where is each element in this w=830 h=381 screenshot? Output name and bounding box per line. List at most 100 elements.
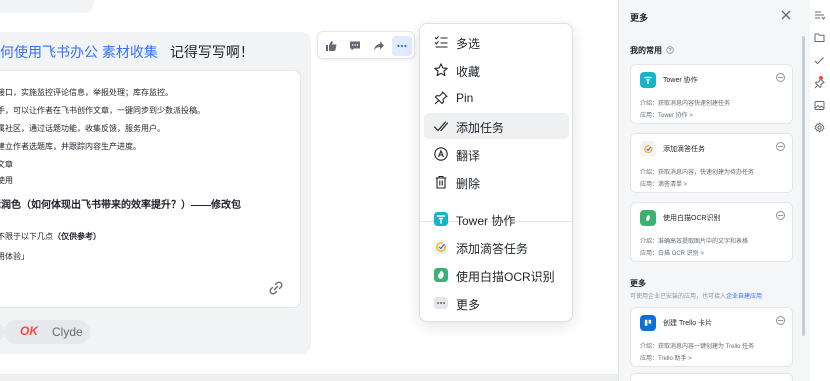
task-check-icon (433, 121, 449, 132)
doc-note-prefix: 括但不限于以下几点 (0, 232, 53, 241)
menu-item-more[interactable]: 更多 (424, 290, 569, 316)
menu-item-label: 多选 (456, 37, 481, 51)
doc-note: 括但不限于以下几点（仅供参考） (0, 231, 101, 242)
card-desc: 介绍：获取消息内容一键创建为 Trello 任务 (640, 344, 755, 350)
panel-title: 更多 (630, 13, 649, 23)
message-title: 何使用飞书办公 素材收集 记得写写啊！ (0, 42, 254, 62)
card-name: 添加滴答任务 (663, 146, 705, 153)
card-add-icon[interactable] (776, 316, 785, 325)
image-icon[interactable] (814, 100, 825, 111)
favorites-title-text: 我的常用 (630, 46, 662, 55)
more-sub-text: 可使用企业已安装的应用，也可接入 (630, 294, 727, 300)
doc-note-bold: （仅供参考） (53, 232, 101, 241)
card-remove-icon[interactable] (776, 73, 785, 82)
comment-icon[interactable] (345, 36, 365, 56)
trash-icon (435, 175, 447, 189)
card-name: 创建 Trello 卡片 (663, 320, 713, 327)
app-card-ocr[interactable]: 使用白描OCR识别 介绍：准确高效提取图片中的文字和表格 应用：白描 OCR 识… (630, 202, 793, 262)
card-remove-icon[interactable] (776, 211, 785, 220)
more-section-subtitle: 可使用企业已安装的应用，也可接入企业自建应用 (630, 291, 762, 300)
more-section-title: 更多 (630, 279, 646, 288)
trello-icon (640, 315, 656, 331)
close-icon[interactable] (779, 8, 793, 22)
side-icon-rail (810, 0, 830, 381)
favorites-section-title: 我的常用 (630, 45, 674, 56)
card-desc: 介绍：准确高效提取图片中的文字和表格 (640, 239, 749, 245)
menu-item-ticktick[interactable]: 添加滴答任务 (424, 234, 569, 260)
menu-item-label: 翻译 (456, 149, 481, 163)
ellipsis-icon (434, 297, 448, 309)
card-app[interactable]: 应用：Tower 协作 > (640, 110, 693, 119)
app-card-ticktick[interactable]: 添加滴答任务 介绍：获取消息内容，快速创建为待办任务 应用：滴答清单 > (630, 133, 793, 193)
thumbs-up-icon[interactable] (321, 36, 341, 56)
card-app[interactable]: 应用：白描 OCR 识别 > (640, 248, 704, 257)
menu-item-multi-select[interactable]: 多选 (424, 29, 569, 55)
doc-line: 器人接口，实施监控评论信息，举报处理；库存监控。 (0, 88, 173, 97)
menu-item-favorite[interactable]: 收藏 (424, 57, 569, 83)
message-title-text: 记得写写啊！ (169, 44, 254, 60)
doc-line: 步助手，可以让作者在飞书创作文章，一键同步到少数派投稿。 (0, 106, 205, 115)
ok-emoji-icon: OK (20, 324, 38, 338)
reaction-chip[interactable]: OK Clyde (4, 320, 90, 344)
menu-item-label: 使用白描OCR识别 (456, 270, 555, 284)
ocr-icon (640, 210, 656, 226)
input-area-edge (0, 374, 618, 381)
doc-line: 表格建立作者选题库，并跟踪内容生产进度。 (0, 142, 141, 151)
folder-icon[interactable] (814, 32, 825, 43)
doc-line: 费专属社区，通过话题功能，收集反馈，服务用户。 (0, 124, 165, 133)
card-remove-icon[interactable] (776, 142, 785, 151)
menu-item-label: 收藏 (456, 65, 481, 79)
more-icon[interactable] (392, 36, 412, 56)
card-desc: 介绍：获取消息内容，快速创建为待办任务 (640, 170, 755, 176)
card-name: Tower 协作 (663, 77, 698, 84)
doc-line: 发送文章 (0, 160, 13, 169)
star-icon (434, 63, 448, 77)
menu-item-delete[interactable]: 删除 (424, 169, 569, 195)
menu-item-pin[interactable]: Pin (424, 85, 569, 111)
app-card-partial[interactable] (630, 373, 793, 381)
menu-item-tower[interactable]: Tower 协作 (424, 206, 569, 232)
ocr-icon (434, 268, 448, 282)
custom-app-link[interactable]: 企业自建应用 (726, 294, 762, 300)
menu-item-label: Tower 协作 (456, 214, 516, 228)
doc-preview[interactable]: 器人接口，实施监控评论信息，举报处理；库存监控。 步助手，可以让作者在飞书创作文… (0, 70, 301, 308)
reaction-user: Clyde (52, 325, 83, 339)
menu-item-add-task[interactable]: 添加任务 (424, 113, 569, 139)
doc-heading: 编辑润色（如何体现出飞书带来的效率提升？）——修改包 (0, 200, 241, 211)
app-window: 何使用飞书办公 素材收集 记得写写啊！ 器人接口，实施监控评论信息，举报处理；库存… (0, 0, 830, 381)
menu-item-ocr[interactable]: 使用白描OCR识别 (424, 262, 569, 288)
tower-icon (640, 72, 656, 88)
forward-icon[interactable] (369, 36, 389, 56)
task-check-icon[interactable] (814, 55, 825, 66)
menu-item-label: 更多 (456, 298, 481, 312)
more-actions-panel: 更多 我的常用 Tower 协作 介绍：获取消息内容快速创建任务 应用：Towe… (618, 0, 810, 381)
menu-item-label: 添加任务 (456, 121, 505, 135)
menu-item-label: 删除 (456, 177, 481, 191)
menu-item-translate[interactable]: 翻译 (424, 141, 569, 167)
panel-scrollbar[interactable] (802, 36, 805, 336)
multi-select-icon (434, 36, 448, 48)
link-icon[interactable] (268, 280, 284, 296)
gear-icon[interactable] (814, 122, 825, 133)
message-toolbar (317, 31, 415, 59)
menu-item-label: 添加滴答任务 (456, 242, 529, 256)
message-title-link[interactable]: 何使用飞书办公 素材收集 (0, 44, 158, 60)
app-card-tower[interactable]: Tower 协作 介绍：获取消息内容快速创建任务 应用：Tower 协作 > (630, 64, 793, 124)
message-context-menu: 多选 收藏 Pin 添加任务 翻译 删除 Tower 协作 添加滴答任务 使用白… (419, 23, 573, 322)
doc-line: 度使用体验」 (0, 252, 29, 261)
tower-icon (434, 212, 448, 226)
list-filter-icon[interactable] (814, 10, 825, 21)
ticktick-icon (640, 141, 656, 157)
pin-icon (434, 91, 448, 105)
card-desc: 介绍：获取消息内容快速创建任务 (640, 101, 731, 107)
ticktick-icon (434, 240, 448, 254)
card-app[interactable]: 应用：滴答清单 > (640, 179, 687, 188)
notification-dot (819, 76, 823, 80)
previous-message-bubble (0, 0, 94, 13)
translate-icon (434, 147, 448, 161)
app-card-trello[interactable]: 创建 Trello 卡片 介绍：获取消息内容一键创建为 Trello 任务 应用… (630, 307, 793, 367)
menu-item-label: Pin (456, 91, 474, 105)
card-name: 使用白描OCR识别 (663, 215, 721, 222)
card-app[interactable]: 应用：Trello 助手 > (640, 353, 692, 362)
help-icon[interactable] (666, 46, 674, 54)
